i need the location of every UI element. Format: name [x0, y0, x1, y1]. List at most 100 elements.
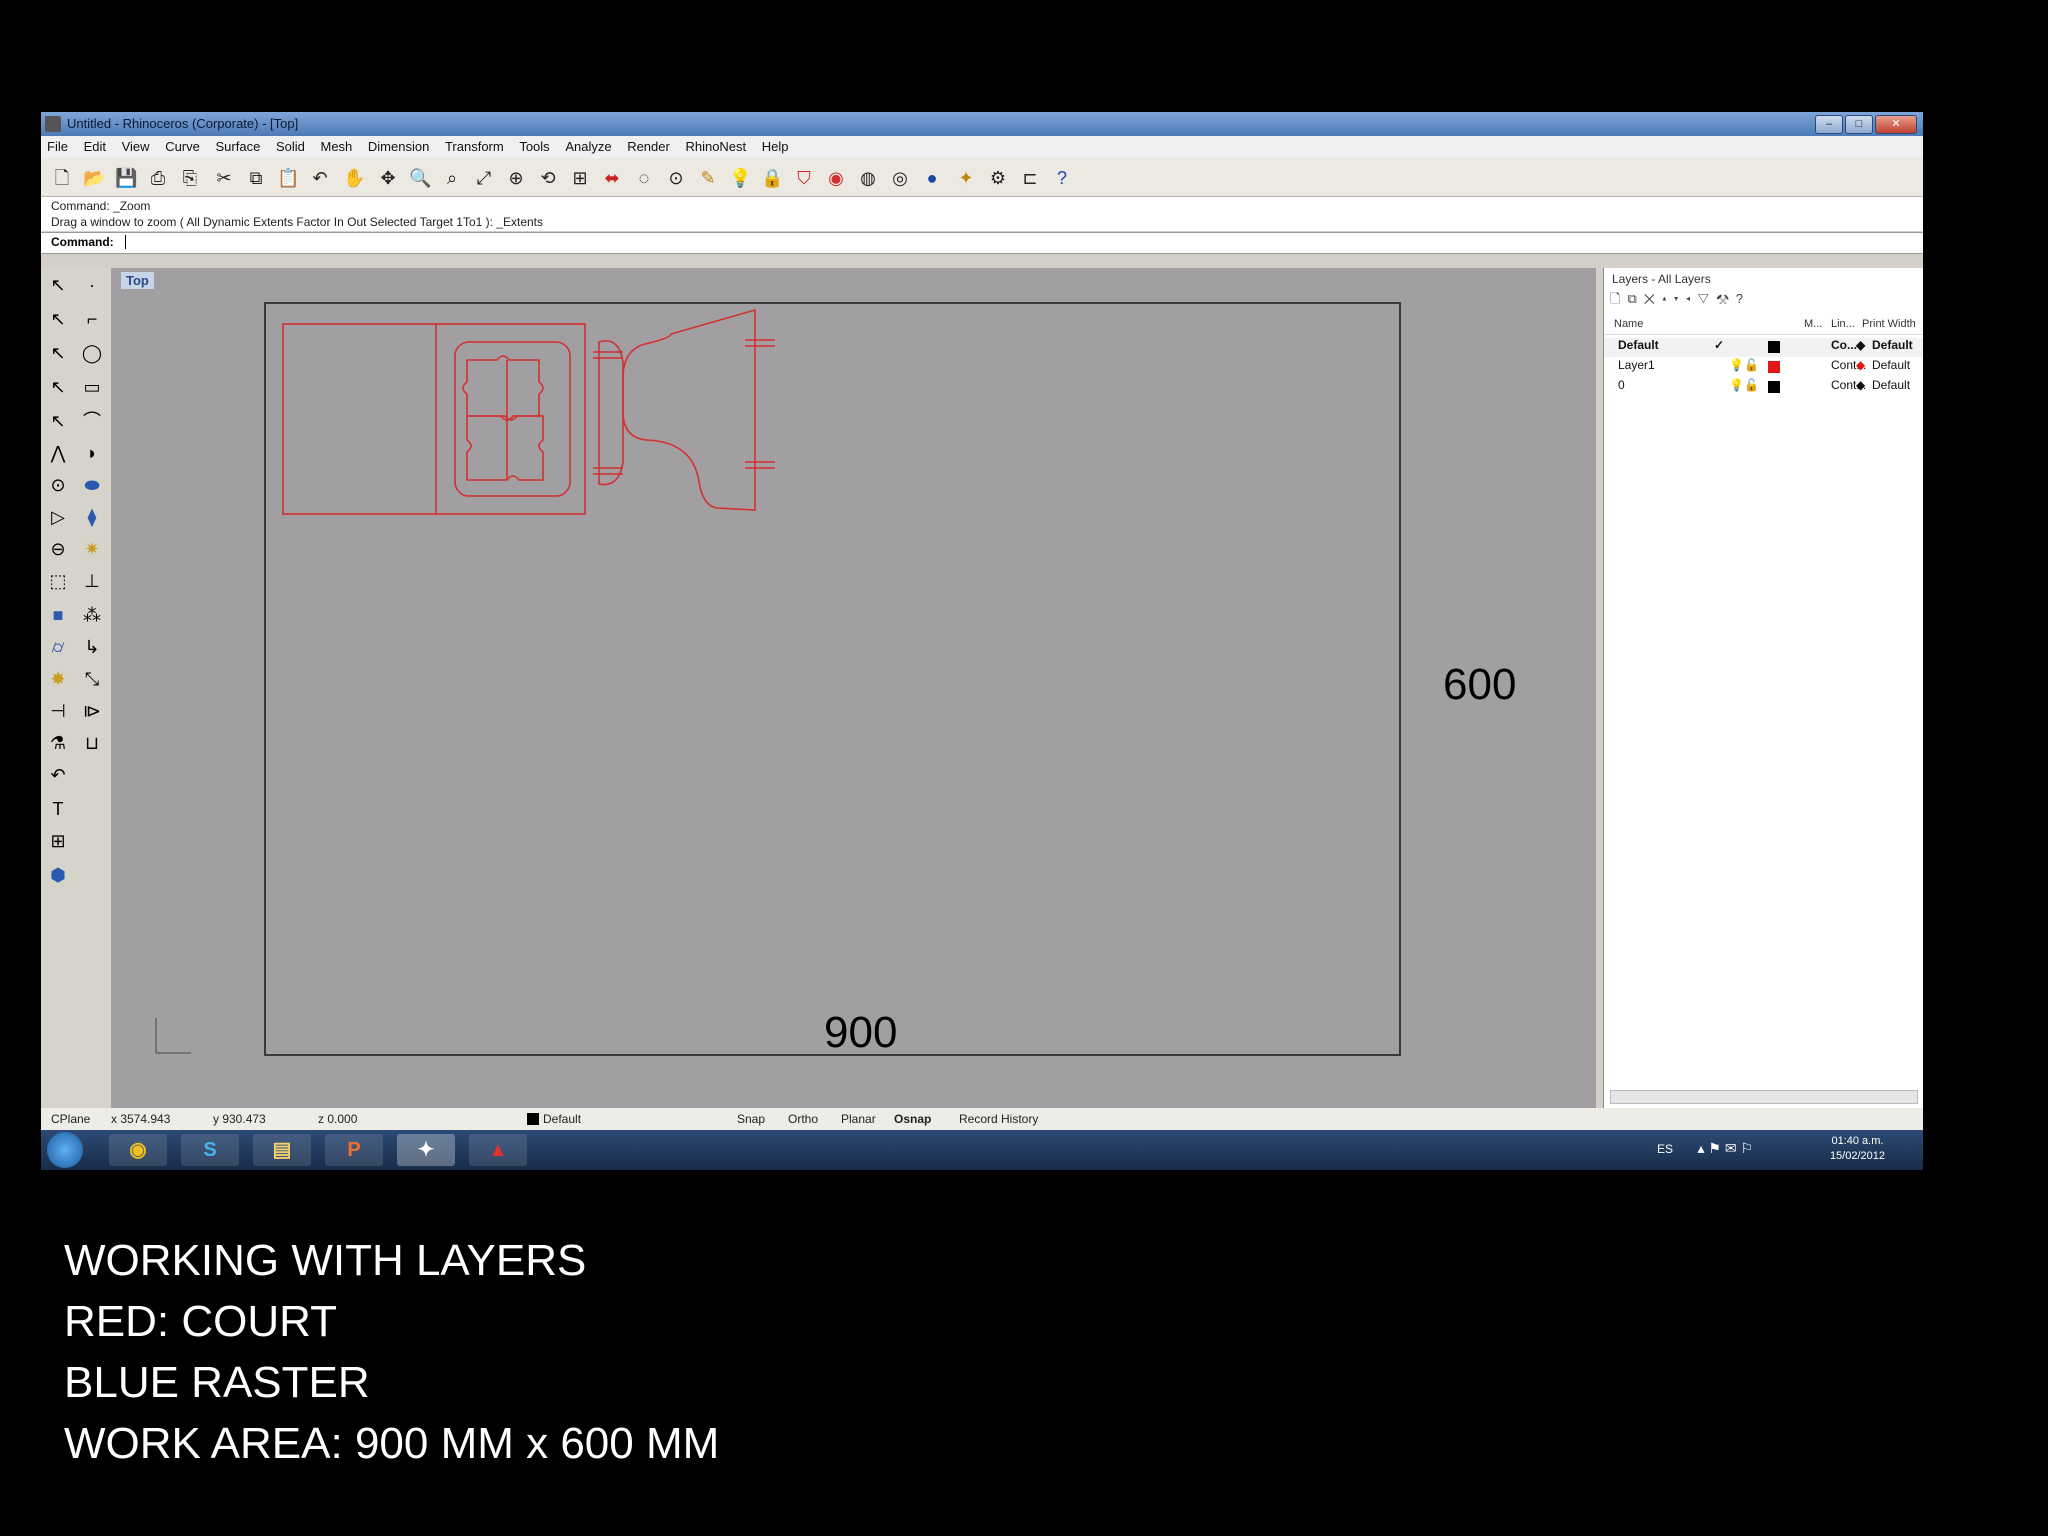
four-viewports-icon[interactable]: ⊞	[569, 167, 591, 189]
ortho-toggle[interactable]: Ortho	[788, 1112, 818, 1126]
title-bar[interactable]: Untitled - Rhinoceros (Corporate) - [Top…	[41, 112, 1923, 136]
color-wheel-icon[interactable]: ◉	[825, 167, 847, 189]
layer-linetype[interactable]: Co...	[1831, 338, 1857, 352]
box-icon[interactable]: ⬚	[45, 568, 71, 594]
analyze-icon[interactable]: ⚗	[45, 730, 71, 756]
acrobat-taskbar-icon[interactable]: ▲	[469, 1134, 527, 1166]
select-icon[interactable]: ⬌	[601, 167, 623, 189]
record-history-toggle[interactable]: Record History	[959, 1112, 1038, 1126]
osnap-toggle[interactable]: Osnap	[894, 1112, 931, 1126]
menu-help[interactable]: Help	[756, 136, 795, 157]
menu-render[interactable]: Render	[621, 136, 676, 157]
new-sublayer-icon[interactable]: ⧉	[1627, 291, 1643, 306]
snap-toggle[interactable]: Snap	[737, 1112, 765, 1126]
move-view-icon[interactable]: ✥	[377, 167, 399, 189]
print-icon[interactable]: ⎙	[147, 167, 169, 189]
print-color-diamond-icon[interactable]: ◆	[1856, 358, 1865, 372]
dimension-icon[interactable]: ⊔	[79, 730, 105, 756]
render-sphere-icon[interactable]: ●	[921, 167, 943, 189]
layer-print-width[interactable]: Default	[1872, 338, 1913, 352]
zoom-icon[interactable]: 🔍	[409, 167, 431, 189]
zoom-selected-icon[interactable]: ⊕	[505, 167, 527, 189]
join-icon[interactable]: ↶	[45, 762, 71, 788]
layer-print-width[interactable]: Default	[1872, 378, 1910, 392]
unlock-icon[interactable]: 🔓	[1744, 358, 1759, 372]
paste-icon[interactable]: 📋	[277, 167, 299, 189]
zoom-extents-icon[interactable]: ⤢	[473, 167, 495, 189]
circle-center-icon[interactable]: ⊙	[45, 472, 71, 498]
powerpoint-taskbar-icon[interactable]: P	[325, 1134, 383, 1166]
language-indicator[interactable]: ES	[1657, 1142, 1673, 1156]
copy-icon[interactable]: ⧉	[245, 167, 267, 189]
header-print-width[interactable]: Print Width	[1862, 318, 1916, 330]
print-color-diamond-icon[interactable]: ◆	[1856, 378, 1865, 392]
planar-toggle[interactable]: Planar	[841, 1112, 876, 1126]
menu-dimension[interactable]: Dimension	[362, 136, 435, 157]
top-viewport[interactable]: Top 900 600	[111, 268, 1596, 1108]
select-solids-icon[interactable]: ↖	[45, 408, 71, 434]
command-line[interactable]: Command:	[41, 232, 1923, 254]
menu-curve[interactable]: Curve	[159, 136, 206, 157]
undo-icon[interactable]: ↶	[309, 167, 331, 189]
delete-layer-icon[interactable]: ✕	[1644, 291, 1662, 306]
taskbar-clock[interactable]: 01:40 a.m. 15/02/2012	[1830, 1134, 1885, 1164]
import-icon[interactable]: ⎘	[179, 167, 201, 189]
chrome-taskbar-icon[interactable]: ◉	[109, 1134, 167, 1166]
layer-name[interactable]: Default	[1618, 338, 1659, 352]
boolean-icon[interactable]: ⊥	[79, 568, 105, 594]
skype-taskbar-icon[interactable]: S	[181, 1134, 239, 1166]
cube-icon[interactable]: ■	[45, 602, 71, 628]
select-arrow-icon[interactable]: ↖	[45, 272, 71, 298]
command-input[interactable]	[125, 235, 126, 249]
unlock-icon[interactable]: 🔓	[1744, 378, 1759, 392]
menu-surface[interactable]: Surface	[210, 136, 267, 157]
menu-edit[interactable]: Edit	[78, 136, 112, 157]
rotate-view-icon[interactable]: ⟲	[537, 167, 559, 189]
menu-view[interactable]: View	[116, 136, 156, 157]
point-icon[interactable]: ·	[79, 272, 105, 298]
render-icon[interactable]: ⬢	[45, 862, 71, 888]
layer-color-swatch[interactable]	[1768, 381, 1780, 393]
minimize-button[interactable]: –	[1815, 115, 1843, 134]
polygon-icon[interactable]: ▷	[45, 504, 71, 530]
lock-icon[interactable]: 🔒	[761, 167, 783, 189]
osnap-icon[interactable]: ⊙	[665, 167, 687, 189]
pan-hand-icon[interactable]: ✋	[343, 167, 365, 189]
layer-row[interactable]: Default ✓ Co... ◆ Default	[1604, 338, 1923, 357]
layer-print-width[interactable]: Default	[1872, 358, 1910, 372]
current-layer-name[interactable]: Default	[543, 1112, 581, 1126]
move-down-icon[interactable]: ▾	[1674, 291, 1686, 306]
move-up-icon[interactable]: ▴	[1662, 291, 1674, 306]
options-gear-icon[interactable]: ⚙	[987, 167, 1009, 189]
close-button[interactable]: ✕	[1875, 115, 1917, 134]
filter-icon[interactable]: ▽	[1697, 291, 1716, 306]
lights-icon[interactable]: 💡	[729, 167, 751, 189]
circle-icon[interactable]: ◯	[79, 340, 105, 366]
render-settings-icon[interactable]: ✦	[955, 167, 977, 189]
cylinder-icon[interactable]: ⌭	[45, 634, 71, 660]
zoom-window-icon[interactable]: ⌕	[441, 167, 463, 189]
array-icon[interactable]: ⊞	[45, 828, 71, 854]
start-button[interactable]	[47, 1132, 83, 1168]
scale-icon[interactable]: ⤡	[79, 666, 105, 692]
menu-mesh[interactable]: Mesh	[314, 136, 358, 157]
menu-tools[interactable]: Tools	[513, 136, 555, 157]
rendered-icon[interactable]: ◎	[889, 167, 911, 189]
select-surfaces-icon[interactable]: ↖	[45, 374, 71, 400]
curve-icon[interactable]: ⋀	[45, 440, 71, 466]
object-properties-icon[interactable]: ✎	[697, 167, 719, 189]
layer-row[interactable]: 0 💡 🔓 Cont... ◆ Default	[1604, 378, 1923, 397]
mesh-icon[interactable]: ⧫	[79, 504, 105, 530]
move-left-icon[interactable]: ◂	[1686, 291, 1698, 306]
new-layer-icon[interactable]: 🗋	[1610, 291, 1627, 306]
current-layer-swatch[interactable]	[527, 1113, 539, 1125]
group-icon[interactable]: ⁂	[79, 602, 105, 628]
new-file-icon[interactable]: 🗋	[51, 167, 73, 189]
help-icon[interactable]: ?	[1051, 167, 1073, 189]
menu-rhinonest[interactable]: RhinoNest	[679, 136, 752, 157]
tray-icons[interactable]: ▴ ⚑ ✉ ⚐	[1697, 1140, 1753, 1157]
menu-solid[interactable]: Solid	[270, 136, 311, 157]
text-icon[interactable]: T	[45, 796, 71, 822]
current-layer-check[interactable]: ✓	[1714, 338, 1724, 352]
maximize-button[interactable]: □	[1845, 115, 1873, 134]
